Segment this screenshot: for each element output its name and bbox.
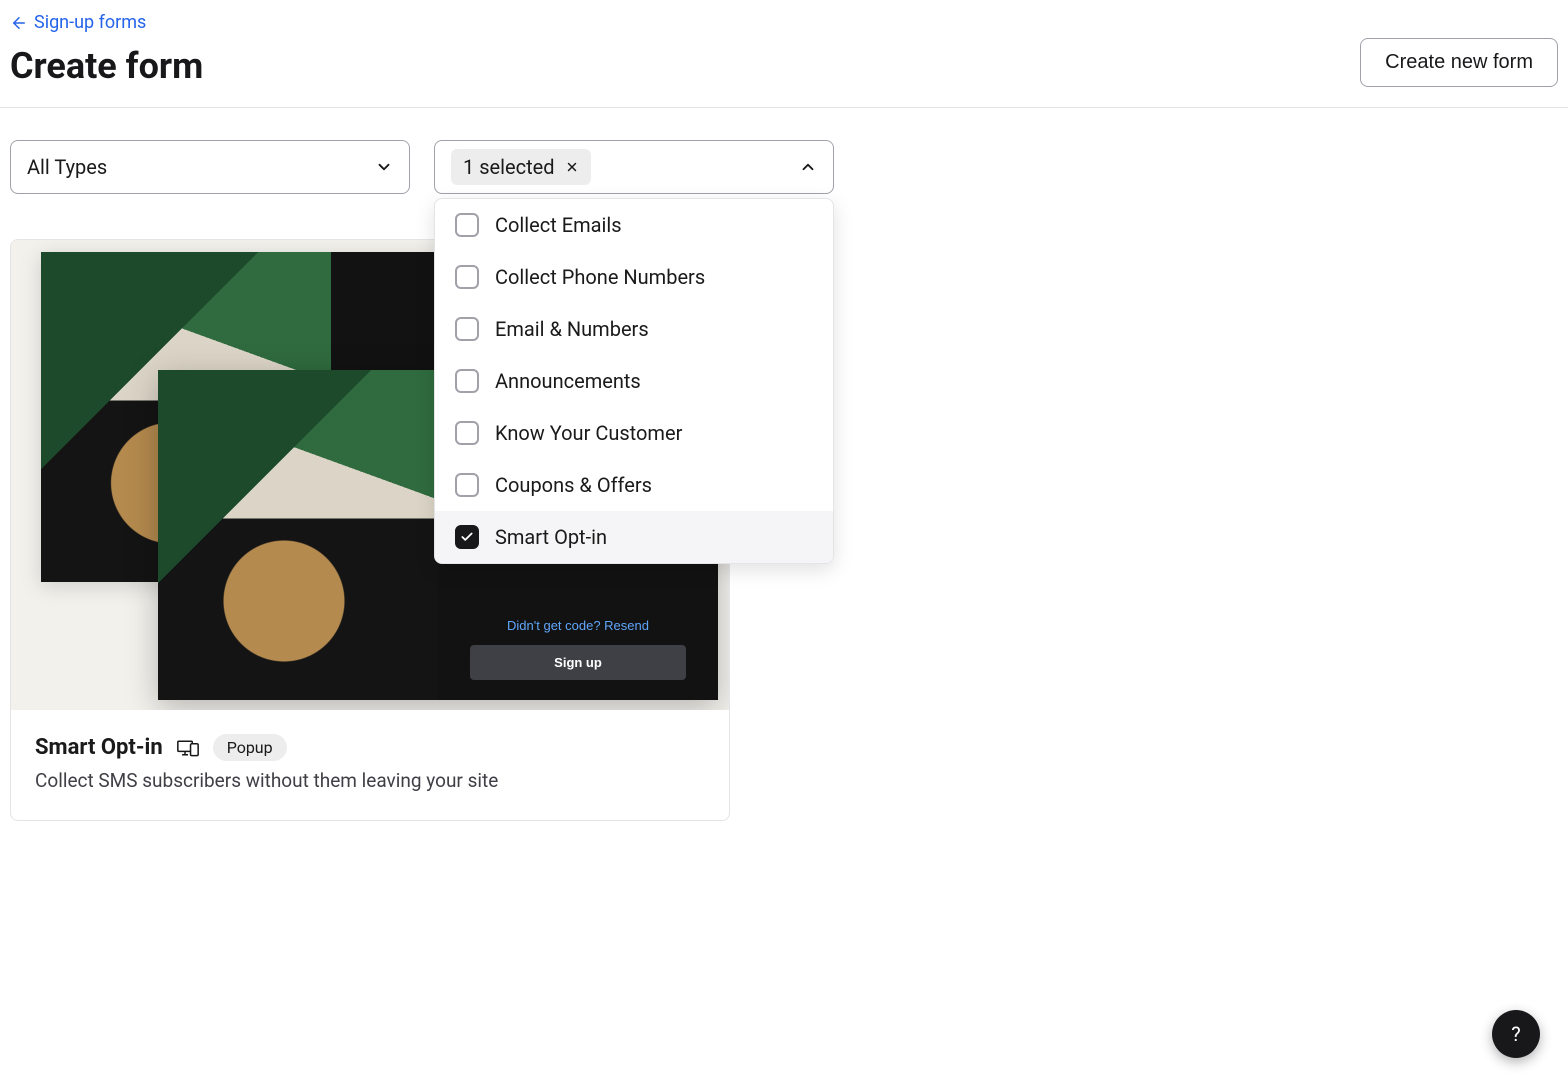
type-filter-select[interactable]: All Types: [10, 140, 410, 194]
goal-filter-select[interactable]: 1 selected: [434, 140, 834, 194]
template-title: Smart Opt-in: [35, 735, 163, 760]
page-title: Create form: [10, 45, 203, 87]
chevron-up-icon: [799, 158, 817, 176]
help-button[interactable]: ?: [1492, 1010, 1540, 1058]
close-icon[interactable]: [565, 160, 579, 174]
goal-option-coupons-and-offers[interactable]: Coupons & Offers: [435, 459, 833, 511]
checkbox-checked-icon: [455, 525, 479, 549]
checkbox-icon: [455, 265, 479, 289]
checkbox-icon: [455, 473, 479, 497]
goal-option-know-your-customer[interactable]: Know Your Customer: [435, 407, 833, 459]
goal-option-collect-phone-numbers[interactable]: Collect Phone Numbers: [435, 251, 833, 303]
goal-option-collect-emails[interactable]: Collect Emails: [435, 199, 833, 251]
chevron-down-icon: [375, 158, 393, 176]
template-type-badge: Popup: [213, 734, 287, 761]
template-description: Collect SMS subscribers without them lea…: [35, 769, 705, 792]
create-new-form-button[interactable]: Create new form: [1360, 38, 1558, 87]
goal-filter-chip: 1 selected: [451, 149, 591, 185]
goal-option-announcements[interactable]: Announcements: [435, 355, 833, 407]
option-label: Smart Opt-in: [495, 525, 607, 549]
option-label: Know Your Customer: [495, 421, 682, 445]
option-label: Announcements: [495, 369, 641, 393]
option-label: Collect Phone Numbers: [495, 265, 705, 289]
checkbox-icon: [455, 213, 479, 237]
preview-signup-button: Sign up: [470, 645, 686, 680]
arrow-left-icon: [10, 14, 28, 32]
breadcrumb-back-link[interactable]: Sign-up forms: [10, 12, 146, 33]
checkbox-icon: [455, 369, 479, 393]
goal-filter-chip-label: 1 selected: [463, 155, 555, 179]
checkbox-icon: [455, 317, 479, 341]
breadcrumb-label: Sign-up forms: [34, 12, 146, 33]
option-label: Collect Emails: [495, 213, 622, 237]
devices-icon: [177, 739, 199, 757]
help-icon: ?: [1511, 1022, 1520, 1046]
checkbox-icon: [455, 421, 479, 445]
option-label: Coupons & Offers: [495, 473, 652, 497]
type-filter-label: All Types: [27, 155, 107, 179]
preview-resend-link: Didn't get code? Resend: [507, 618, 649, 633]
option-label: Email & Numbers: [495, 317, 649, 341]
goal-filter-dropdown: Collect Emails Collect Phone Numbers Ema…: [434, 198, 834, 564]
goal-option-email-and-numbers[interactable]: Email & Numbers: [435, 303, 833, 355]
goal-option-smart-opt-in[interactable]: Smart Opt-in: [435, 511, 833, 563]
